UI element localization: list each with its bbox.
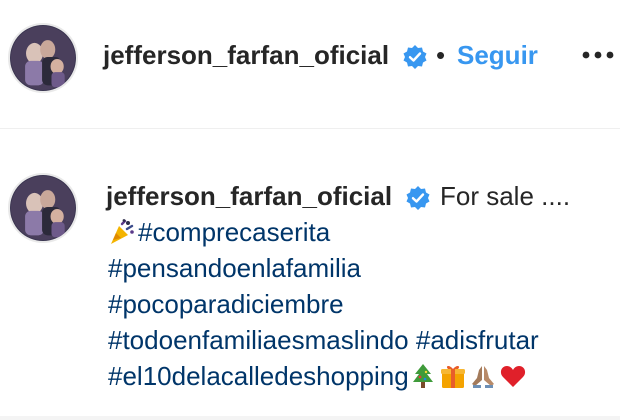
red-heart-icon [499,362,527,390]
caption-text: For sale .... [440,181,571,211]
hashtag-link[interactable]: #todoenfamiliaesmaslindo [108,325,409,355]
caption-line: #comprecaserita [108,214,618,250]
avatar-image [10,25,76,91]
christmas-tree-icon [409,362,437,390]
party-popper-icon [108,218,136,246]
header-divider [0,128,620,129]
hashtag-link[interactable]: #comprecaserita [138,217,330,247]
caption-line: #pensandoenlafamilia [108,250,618,286]
verified-badge-icon [402,44,428,70]
header-avatar[interactable] [8,23,78,93]
verified-badge-icon [405,185,431,211]
caption-line: #pocoparadiciembre [108,286,618,322]
hashtag-link[interactable]: #adisfrutar [416,325,539,355]
hashtag-list: #comprecaserita #pensandoenlafamilia #po… [108,214,618,394]
hashtag-link[interactable]: #pocoparadiciembre [108,289,344,319]
caption-username[interactable]: jefferson_farfan_oficial [106,181,392,212]
gift-icon [439,362,467,390]
instagram-post: jefferson_farfan_oficial • Seguir jeffer… [0,0,620,420]
caption-avatar[interactable] [8,173,78,243]
caption-line: #el10delacalledeshopping [108,358,618,394]
header-username[interactable]: jefferson_farfan_oficial [103,40,389,71]
more-options-icon[interactable] [580,38,616,72]
follow-button[interactable]: Seguir [457,40,538,71]
separator-dot: • [436,40,446,70]
avatar-image [10,175,76,241]
folded-hands-icon [469,362,497,390]
hashtag-link[interactable]: #el10delacalledeshopping [108,361,409,391]
caption-line: #todoenfamiliaesmaslindo #adisfrutar [108,322,618,358]
bottom-divider [0,416,620,420]
hashtag-link[interactable]: #pensandoenlafamilia [108,253,361,283]
